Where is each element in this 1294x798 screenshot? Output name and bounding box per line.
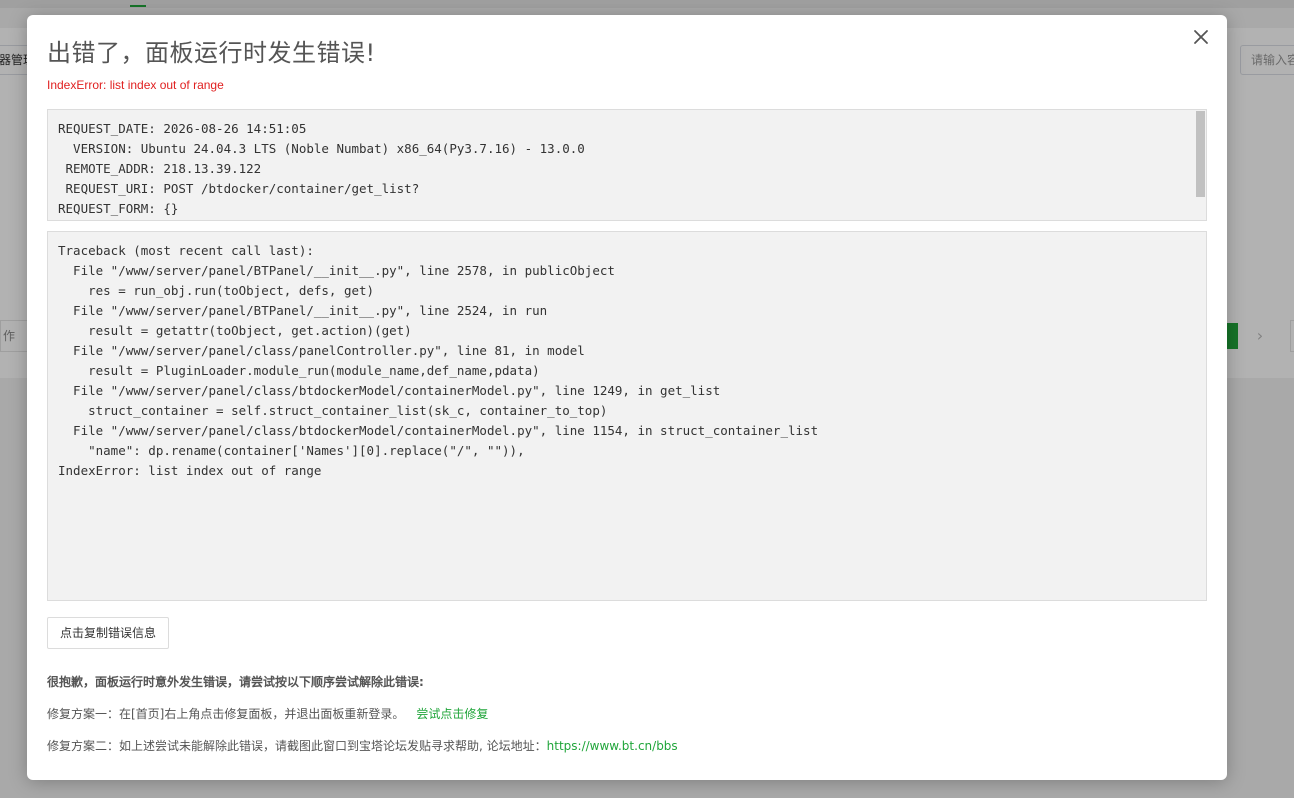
try-repair-link[interactable]: 尝试点击修复: [416, 707, 488, 721]
fix-option-one-text: 修复方案一：在[首页]右上角点击修复面板，并退出面板重新登录。: [47, 707, 405, 721]
fix-option-one: 修复方案一：在[首页]右上角点击修复面板，并退出面板重新登录。 尝试点击修复: [47, 705, 488, 722]
scrollbar-track[interactable]: [1195, 110, 1206, 220]
traceback-box[interactable]: Traceback (most recent call last): File …: [47, 231, 1207, 601]
copy-error-button[interactable]: 点击复制错误信息: [47, 617, 169, 649]
fix-option-two-text: 修复方案二：如上述尝试未能解除此错误，请截图此窗口到宝塔论坛发贴寻求帮助, 论坛…: [47, 739, 547, 753]
scrollbar-thumb[interactable]: [1196, 111, 1205, 197]
error-summary: IndexError: list index out of range: [47, 78, 224, 92]
traceback-text: Traceback (most recent call last): File …: [58, 243, 819, 478]
forum-link[interactable]: https://www.bt.cn/bbs: [547, 739, 678, 753]
error-dialog: 出错了，面板运行时发生错误! IndexError: list index ou…: [27, 15, 1227, 780]
apology-heading: 很抱歉，面板运行时意外发生错误，请尝试按以下顺序尝试解除此错误:: [47, 675, 424, 689]
close-button[interactable]: [1189, 25, 1213, 49]
request-info-text: REQUEST_DATE: 2026-08-26 14:51:05 VERSIO…: [58, 121, 585, 216]
dialog-title: 出错了，面板运行时发生错误!: [47, 39, 376, 67]
request-info-box[interactable]: REQUEST_DATE: 2026-08-26 14:51:05 VERSIO…: [47, 109, 1207, 221]
close-icon: [1194, 30, 1208, 44]
fix-option-two: 修复方案二：如上述尝试未能解除此错误，请截图此窗口到宝塔论坛发贴寻求帮助, 论坛…: [47, 737, 678, 754]
